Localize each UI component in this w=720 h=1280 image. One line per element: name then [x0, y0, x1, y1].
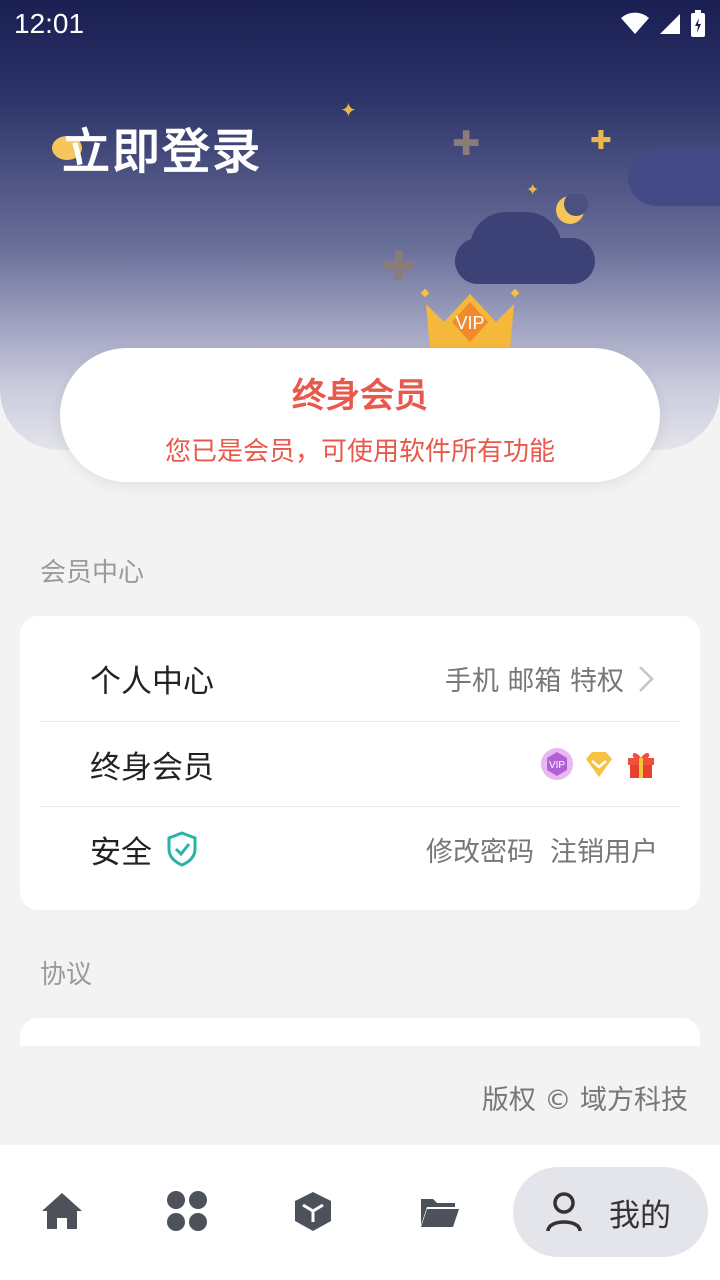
user-icon: [546, 1192, 582, 1232]
row-security[interactable]: 安全 修改密码 注销用户: [40, 806, 680, 891]
svg-text:VIP: VIP: [549, 760, 565, 771]
nav-item-mine[interactable]: 我的: [513, 1167, 708, 1257]
home-icon[interactable]: [40, 1189, 84, 1233]
bottom-navigation: 我的: [0, 1145, 720, 1280]
chevron-right-icon: [639, 665, 654, 692]
row-lifetime-member[interactable]: 终身会员 VIP: [40, 721, 680, 806]
apps-icon[interactable]: [165, 1189, 209, 1233]
crescent-moon-icon: [556, 194, 588, 224]
vip-badge-text: VIP: [455, 313, 484, 333]
change-password-link[interactable]: 修改密码: [426, 830, 534, 869]
copyright-text: 版权 © 域方科技: [481, 1085, 688, 1116]
gift-icon: [628, 753, 654, 778]
status-time: 12:01: [14, 8, 85, 39]
cube-icon[interactable]: [291, 1189, 335, 1233]
sparkle-icon: ✚: [382, 244, 416, 290]
shield-check-icon: [167, 831, 197, 867]
lifetime-member-card[interactable]: 终身会员 您已是会员，可使用软件所有功能: [60, 348, 660, 482]
cloud-icon: [455, 238, 595, 284]
row-label: 终身会员: [90, 749, 214, 786]
section-label-agreement: 协议: [40, 960, 93, 990]
section-label-member-center: 会员中心: [40, 558, 145, 588]
login-button[interactable]: 立即登录: [62, 112, 262, 182]
vip-badge-icon: VIP: [541, 748, 573, 780]
wifi-icon: [621, 12, 649, 34]
agreement-panel: [20, 1018, 700, 1046]
delete-account-link[interactable]: 注销用户: [550, 830, 658, 869]
diamond-icon: [586, 752, 612, 777]
member-card-title: 终身会员: [292, 376, 428, 416]
sparkle-icon: ✚: [452, 124, 481, 164]
battery-icon: [691, 10, 705, 37]
member-card-subtitle: 您已是会员，可使用软件所有功能: [164, 437, 555, 467]
folder-icon[interactable]: [417, 1189, 461, 1233]
vip-crown-icon: VIP: [420, 288, 520, 350]
nav-label-mine: 我的: [609, 1197, 671, 1234]
sparkle-icon: ✦: [340, 98, 357, 122]
cloud-icon: [628, 148, 720, 206]
sparkle-icon: ✦: [526, 180, 540, 199]
sparkle-icon: ✚: [590, 126, 612, 156]
signal-icon: [660, 14, 680, 34]
row-label: 安全: [90, 834, 152, 871]
member-center-panel: 个人中心 手机 邮箱 特权 终身会员 VIP 安全 修改密码 注销用户: [20, 616, 700, 910]
row-label: 个人中心: [90, 664, 214, 700]
row-personal-center[interactable]: 个人中心 手机 邮箱 特权: [40, 636, 680, 721]
row-detail: 手机 邮箱 特权: [444, 666, 624, 697]
status-bar: 12:01: [0, 0, 720, 48]
